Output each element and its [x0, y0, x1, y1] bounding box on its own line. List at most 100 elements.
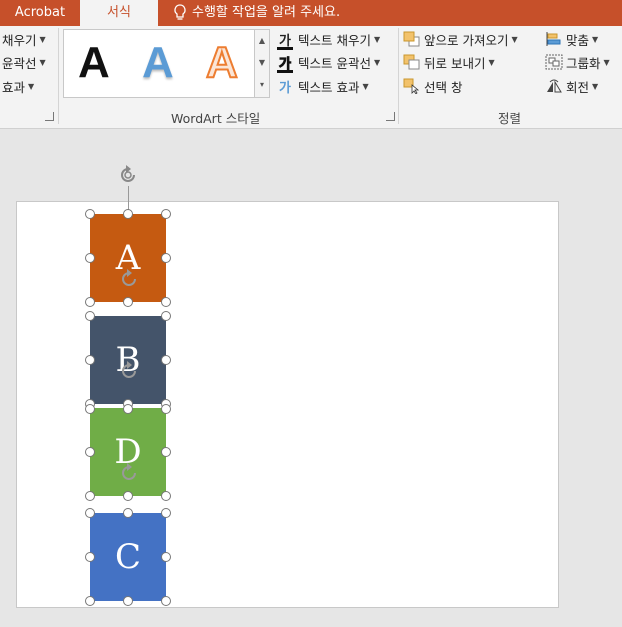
shape-fill-button[interactable]: 채우기 ▼	[2, 29, 46, 49]
resize-handle[interactable]	[123, 491, 133, 501]
align-label: 맞춤	[566, 32, 590, 48]
resize-handle[interactable]	[161, 297, 171, 307]
text-effects-button[interactable]: 가 텍스트 효과 ▼	[276, 76, 369, 96]
text-effects-icon: 가	[279, 80, 291, 96]
text-outline-icon: 가	[276, 53, 294, 73]
resize-handle[interactable]	[161, 596, 171, 606]
resize-handle[interactable]	[161, 447, 171, 457]
resize-handle[interactable]	[85, 491, 95, 501]
wordart-style-black[interactable]: A	[78, 38, 110, 88]
chevron-down-icon: ▼	[362, 81, 369, 91]
scroll-down-icon[interactable]: ▼	[255, 52, 269, 74]
group-divider	[398, 28, 399, 124]
arrange-group-label: 정렬	[498, 111, 522, 126]
dialog-launcher-icon[interactable]	[45, 112, 54, 121]
send-backward-label: 뒤로 보내기	[424, 55, 486, 71]
resize-handle[interactable]	[85, 311, 95, 321]
lightbulb-icon	[174, 4, 186, 20]
chevron-down-icon: ▼	[373, 57, 381, 67]
align-icon	[546, 32, 561, 46]
resize-handle[interactable]	[161, 491, 171, 501]
tell-me-search[interactable]: 수행할 작업을 알려 주세요.	[172, 0, 340, 26]
send-backward-button[interactable]: 뒤로 보내기 ▼	[403, 52, 495, 72]
resize-handle[interactable]	[161, 209, 171, 219]
resize-handle[interactable]	[123, 596, 133, 606]
chevron-down-icon: ▼	[28, 81, 35, 91]
dialog-launcher-icon[interactable]	[386, 112, 395, 121]
wordart-style-orange-outline[interactable]: A	[205, 37, 239, 88]
group-icon	[545, 54, 563, 70]
group-divider	[58, 28, 59, 124]
resize-handle[interactable]	[123, 508, 133, 518]
resize-handle[interactable]	[161, 404, 171, 414]
rotate-handle-icon[interactable]	[118, 360, 140, 382]
bring-forward-icon	[403, 31, 420, 47]
ribbon-tab-bar: Acrobat 서식 수행할 작업을 알려 주세요.	[0, 0, 622, 26]
shape-outline-label: 윤곽선	[2, 55, 37, 71]
chevron-down-icon: ▼	[603, 57, 610, 67]
text-fill-icon: 가	[276, 30, 294, 50]
bring-forward-label: 앞으로 가져오기	[424, 32, 509, 48]
align-button[interactable]: 맞춤 ▼	[545, 29, 598, 49]
chevron-down-icon: ▼	[592, 81, 599, 91]
text-effects-label: 텍스트 효과	[298, 79, 360, 95]
resize-handle[interactable]	[123, 404, 133, 414]
shape-effects-label: 효과	[2, 79, 26, 95]
wordart-style-blue[interactable]: A	[142, 38, 174, 88]
shape-c[interactable]: C	[90, 513, 166, 601]
scroll-up-icon[interactable]: ▲	[255, 30, 269, 52]
resize-handle[interactable]	[85, 209, 95, 219]
rotate-icon	[547, 79, 562, 93]
text-outline-button[interactable]: 가 텍스트 윤곽선 ▼	[276, 52, 381, 73]
shape-outline-button[interactable]: 윤곽선 ▼	[2, 52, 46, 72]
selection-pane-icon	[403, 78, 420, 94]
tell-me-text: 수행할 작업을 알려 주세요.	[192, 5, 341, 20]
chevron-down-icon: ▼	[488, 57, 495, 67]
shape-fill-label: 채우기	[2, 32, 37, 48]
resize-handle[interactable]	[161, 552, 171, 562]
send-backward-icon	[403, 54, 420, 70]
resize-handle[interactable]	[85, 355, 95, 365]
chevron-down-icon: ▼	[373, 34, 381, 44]
chevron-down-icon: ▼	[39, 34, 46, 44]
resize-handle[interactable]	[85, 253, 95, 263]
shape-effects-button[interactable]: 효과 ▼	[2, 76, 34, 96]
resize-handle[interactable]	[85, 297, 95, 307]
chevron-down-icon: ▼	[592, 34, 599, 44]
rotate-handle-icon[interactable]	[118, 462, 140, 484]
wordart-group-label: WordArt 스타일	[171, 111, 261, 126]
tab-acrobat[interactable]: Acrobat	[0, 0, 80, 26]
resize-handle[interactable]	[85, 596, 95, 606]
wordart-gallery: A A A	[63, 29, 255, 98]
chevron-down-icon: ▼	[511, 34, 518, 44]
gallery-more-icon[interactable]: ▾	[255, 74, 269, 96]
gallery-scroller: ▲ ▼ ▾	[254, 29, 270, 98]
text-fill-button[interactable]: 가 텍스트 채우기 ▼	[276, 29, 381, 50]
group-label: 그룹화	[566, 55, 601, 71]
resize-handle[interactable]	[85, 447, 95, 457]
resize-handle[interactable]	[161, 253, 171, 263]
rotate-handle-icon[interactable]	[118, 268, 140, 290]
resize-handle[interactable]	[85, 508, 95, 518]
chevron-down-icon: ▼	[39, 57, 46, 67]
resize-handle[interactable]	[161, 311, 171, 321]
tab-format[interactable]: 서식	[80, 0, 158, 26]
text-outline-label: 텍스트 윤곽선	[298, 55, 371, 71]
resize-handle[interactable]	[123, 209, 133, 219]
group-button[interactable]: 그룹화 ▼	[545, 52, 610, 72]
text-fill-label: 텍스트 채우기	[298, 32, 371, 48]
ribbon: 채우기 ▼ 윤곽선 ▼ 효과 ▼ A A A ▲ ▼ ▾ 가 텍스트 채우기 ▼…	[0, 26, 622, 129]
bring-forward-button[interactable]: 앞으로 가져오기 ▼	[403, 29, 518, 49]
resize-handle[interactable]	[161, 355, 171, 365]
selection-pane-label: 선택 창	[424, 79, 463, 95]
resize-handle[interactable]	[123, 297, 133, 307]
color-bar	[277, 46, 293, 50]
resize-handle[interactable]	[161, 508, 171, 518]
rotate-label: 회전	[566, 79, 590, 95]
shape-c-label: C	[114, 537, 141, 577]
rotate-handle-icon[interactable]	[117, 164, 139, 186]
resize-handle[interactable]	[85, 404, 95, 414]
resize-handle[interactable]	[85, 552, 95, 562]
selection-pane-button[interactable]: 선택 창	[403, 76, 462, 96]
rotate-button[interactable]: 회전 ▼	[545, 76, 598, 96]
